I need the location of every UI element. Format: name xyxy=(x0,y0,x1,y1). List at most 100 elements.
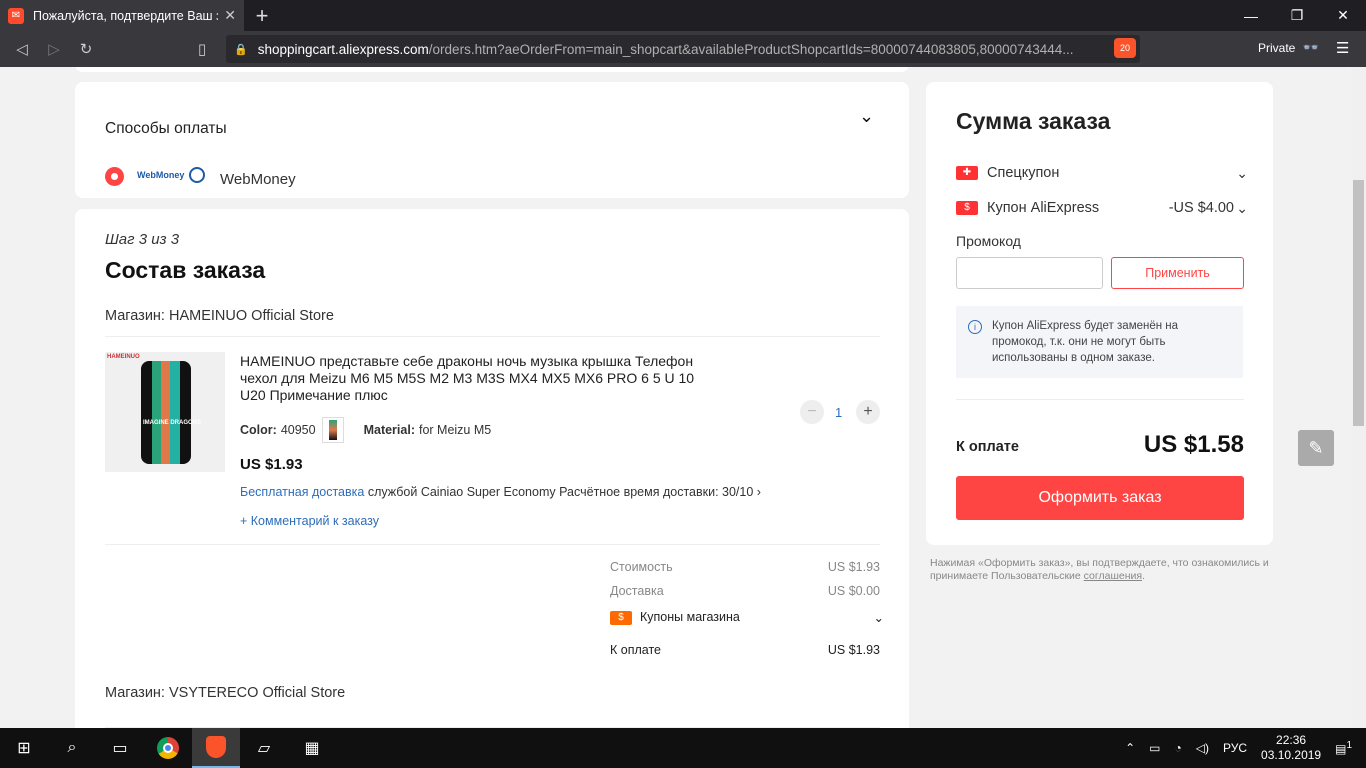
product-attributes: Color: 40950 Material: for Meizu M5 xyxy=(240,417,491,443)
checkout-page: Способы оплаты ⌄ WebMoney WebMoney Шаг 3… xyxy=(0,67,1366,728)
back-icon[interactable]: ◁ xyxy=(6,31,38,67)
promo-code-input[interactable] xyxy=(956,257,1103,289)
clock-date: 03.10.2019 xyxy=(1261,748,1322,762)
store-topay-row: К оплате US $1.93 xyxy=(610,643,880,657)
reload-icon[interactable]: ↻ xyxy=(70,31,102,67)
close-window-icon[interactable]: ✕ xyxy=(1320,0,1366,31)
minimize-icon[interactable]: — xyxy=(1228,0,1274,31)
shipping-eta: Расчётное время доставки: 30/10 xyxy=(559,485,754,499)
shipping-info[interactable]: Бесплатная доставка службой Cainiao Supe… xyxy=(240,485,761,499)
quantity-decrease-button[interactable]: − xyxy=(800,400,824,424)
aliexpress-coupon-row[interactable]: $ Купон AliExpress -US $4.00 ⌄ xyxy=(956,200,1248,217)
agreement-link[interactable]: соглашения xyxy=(1084,570,1142,582)
coupon-icon: $ xyxy=(956,201,978,215)
legal-notice: Нажимая «Оформить заказ», вы подтверждае… xyxy=(930,557,1280,583)
chevron-down-icon[interactable]: ⌄ xyxy=(1236,165,1248,182)
page-scrollbar[interactable] xyxy=(1351,67,1366,728)
new-tab-button[interactable]: + xyxy=(244,0,280,31)
chevron-down-icon[interactable]: ⌄ xyxy=(859,106,874,127)
aliexpress-favicon-icon: ✉ xyxy=(8,7,24,24)
scrollbar-thumb[interactable] xyxy=(1353,180,1364,426)
browser-navbar: ◁ ▷ ↻ ▯ 🔒 shoppingcart.aliexpress.com /o… xyxy=(0,31,1366,67)
payment-method-label: WebMoney xyxy=(220,171,296,188)
order-title: Состав заказа xyxy=(105,257,266,283)
divider xyxy=(105,544,880,545)
promo-code-label: Промокод xyxy=(956,233,1021,249)
quantity-value: 1 xyxy=(835,405,843,420)
delivery-row: Доставка US $0.00 xyxy=(610,584,880,598)
store-name[interactable]: Магазин: HAMEINUO Official Store xyxy=(105,308,334,324)
order-summary-card: Сумма заказа ✚ Спецкупон ⌄ $ Купон AliEx… xyxy=(926,82,1273,545)
notification-count: 1 xyxy=(1346,740,1352,751)
browser-tab[interactable]: ✉ Пожалуйста, подтвердите Ваш за ✕ xyxy=(0,0,244,31)
divider xyxy=(956,399,1244,400)
step-indicator: Шаг 3 из 3 xyxy=(105,231,180,248)
product-price: US $1.93 xyxy=(240,456,303,473)
divider xyxy=(105,336,880,337)
coupon-info-text: Купон AliExpress будет заменён на промок… xyxy=(992,320,1179,364)
product-image[interactable]: HAMEINUO IMAGINE DRAGONS xyxy=(105,352,225,472)
clock[interactable]: 22:36 03.10.2019 xyxy=(1261,733,1321,763)
material-value: for Meizu M5 xyxy=(418,423,492,437)
close-tab-icon[interactable]: ✕ xyxy=(224,7,236,24)
webmoney-globe-icon xyxy=(189,167,205,183)
coupon-icon: $ xyxy=(610,610,632,625)
webmoney-logo: WebMoney xyxy=(137,170,185,180)
previous-card-stub xyxy=(75,67,909,72)
maximize-icon[interactable]: ❐ xyxy=(1274,0,1320,31)
edit-pencil-icon[interactable]: ✎ xyxy=(1298,430,1334,466)
clock-time: 22:36 xyxy=(1276,733,1307,747)
private-label: Private xyxy=(1258,41,1296,55)
notifications-icon[interactable]: ▤1 xyxy=(1335,740,1352,756)
chevron-down-icon[interactable]: ⌄ xyxy=(874,610,884,625)
phone-case-graphic xyxy=(141,361,191,464)
store-name[interactable]: Магазин: VSYTERECO Official Store xyxy=(105,685,345,701)
special-coupon-label: Спецкупон xyxy=(987,165,1060,181)
lock-icon: 🔒 xyxy=(234,43,248,56)
store-coupons-row[interactable]: $ Купоны магазина ⌄ xyxy=(610,610,884,625)
task-view-icon[interactable]: ▭ xyxy=(96,728,144,768)
battery-icon[interactable]: ▭ xyxy=(1149,741,1160,755)
wifi-icon[interactable]: ◔ xyxy=(1175,741,1182,755)
url-path: /orders.htm?aeOrderFrom=main_shopcart&av… xyxy=(428,41,1074,57)
address-bar[interactable]: 🔒 shoppingcart.aliexpress.com /orders.ht… xyxy=(226,35,1140,63)
language-indicator[interactable]: РУС xyxy=(1223,741,1247,755)
special-coupon-row[interactable]: ✚ Спецкупон ⌄ xyxy=(956,165,1248,182)
cost-value: US $1.93 xyxy=(827,560,880,574)
info-icon: i xyxy=(968,320,982,334)
volume-icon[interactable]: ◁) xyxy=(1196,741,1209,755)
payment-radio-selected[interactable] xyxy=(105,167,124,186)
cost-label: Стоимость xyxy=(610,560,673,574)
product-image-text: IMAGINE DRAGONS xyxy=(143,420,202,426)
brave-shield-icon[interactable]: 20 xyxy=(1114,38,1136,58)
payment-methods-title: Способы оплаты xyxy=(105,120,227,137)
chevron-down-icon[interactable]: ⌄ xyxy=(1236,200,1248,217)
special-coupon-icon: ✚ xyxy=(956,166,978,180)
delivery-label: Доставка xyxy=(610,584,664,598)
free-shipping-label: Бесплатная доставка xyxy=(240,485,365,499)
aliexpress-coupon-value: -US $4.00 xyxy=(1168,200,1234,216)
private-glasses-icon: 👓 xyxy=(1302,39,1320,55)
quantity-increase-button[interactable]: + xyxy=(856,400,880,424)
apply-promo-button[interactable]: Применить xyxy=(1111,257,1244,289)
color-swatch xyxy=(321,417,344,443)
app-icon[interactable]: ▱ xyxy=(240,728,288,768)
total-label: К оплате xyxy=(956,439,1019,455)
hamburger-menu-icon[interactable]: ☰ xyxy=(1336,39,1349,57)
calculator-app-icon[interactable]: ▦ xyxy=(288,728,336,768)
brave-app-icon[interactable] xyxy=(192,728,240,768)
windows-start-icon[interactable]: ⊞ xyxy=(0,728,48,768)
tray-expand-icon[interactable]: ⌃ xyxy=(1125,741,1135,755)
chevron-right-icon: › xyxy=(756,485,761,499)
place-order-button[interactable]: Оформить заказ xyxy=(956,476,1244,520)
add-comment-link[interactable]: + Комментарий к заказу xyxy=(240,514,379,528)
bookmark-icon[interactable]: ▯ xyxy=(186,31,218,67)
shipping-service: службой Cainiao Super Economy xyxy=(367,485,556,499)
chrome-app-icon[interactable] xyxy=(144,728,192,768)
search-icon[interactable]: ⌕ xyxy=(48,728,96,768)
order-summary-title: Сумма заказа xyxy=(956,108,1111,134)
tab-title: Пожалуйста, подтвердите Ваш за xyxy=(33,8,219,23)
forward-icon[interactable]: ▷ xyxy=(38,31,70,67)
product-name[interactable]: HAMEINUO представьте себе драконы ночь м… xyxy=(240,353,705,404)
store-coupons-label: Купоны магазина xyxy=(640,610,740,624)
